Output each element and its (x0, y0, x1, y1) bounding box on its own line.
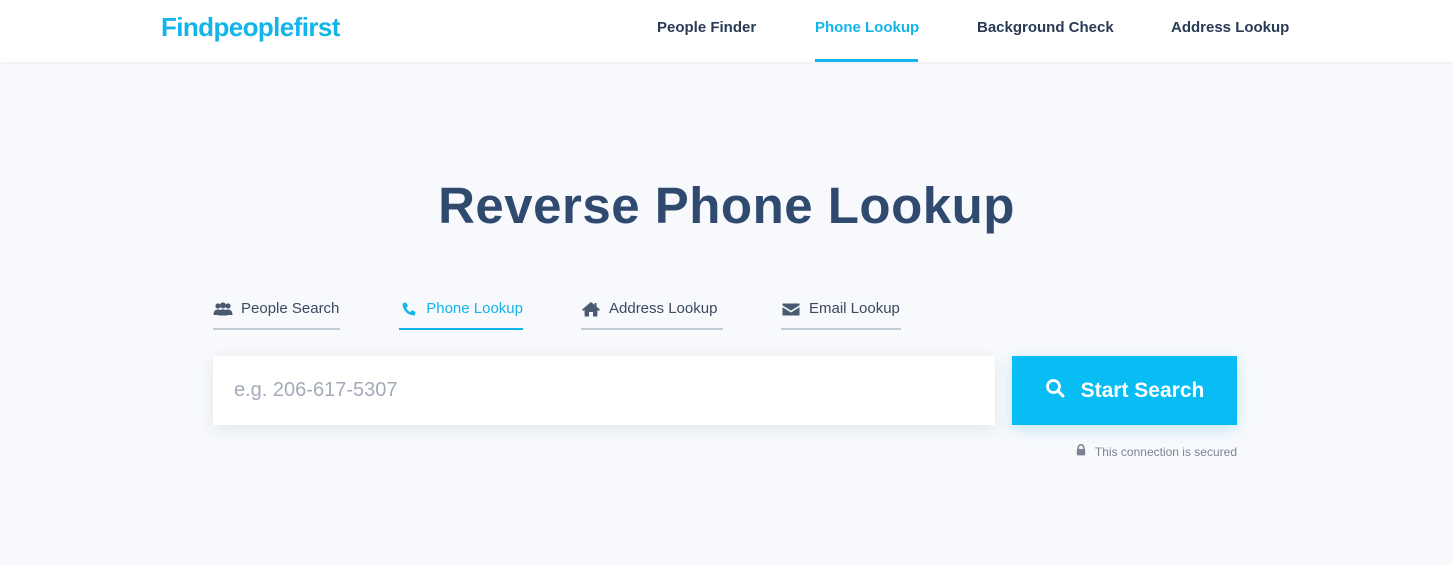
tab-address-lookup-label: Address Lookup (609, 300, 718, 317)
secure-connection-note: This connection is secured (1061, 443, 1237, 459)
nav-people-finder[interactable]: People Finder (657, 19, 756, 36)
brand-logo[interactable]: Findpeoplefirst (161, 12, 340, 43)
tab-people-search-label: People Search (241, 300, 340, 317)
tab-phone-lookup[interactable]: Phone Lookup (399, 298, 523, 330)
tab-email-lookup-label: Email Lookup (809, 300, 900, 317)
top-navigation-bar: Findpeoplefirst People Finder Phone Look… (0, 0, 1453, 62)
home-icon (581, 300, 601, 318)
secure-note-text: This connection is secured (1094, 444, 1237, 459)
page-title: Reverse Phone Lookup (438, 177, 1015, 234)
tab-email-lookup[interactable]: Email Lookup (781, 298, 901, 330)
active-nav-indicator (815, 59, 918, 62)
phone-search-input[interactable] (213, 356, 995, 425)
tab-phone-lookup-label: Phone Lookup (426, 300, 523, 317)
tab-people-search[interactable]: People Search (213, 298, 340, 330)
nav-address-lookup[interactable]: Address Lookup (1171, 19, 1289, 36)
lock-icon (1076, 443, 1086, 459)
phone-icon (399, 300, 418, 318)
people-icon (213, 300, 233, 318)
start-search-button[interactable]: Start Search (1012, 356, 1237, 425)
envelope-icon (781, 300, 801, 318)
tab-address-lookup[interactable]: Address Lookup (581, 298, 723, 330)
nav-phone-lookup[interactable]: Phone Lookup (815, 19, 919, 36)
start-search-label: Start Search (1080, 378, 1205, 402)
search-icon (1045, 378, 1065, 404)
nav-background-check[interactable]: Background Check (977, 19, 1114, 36)
